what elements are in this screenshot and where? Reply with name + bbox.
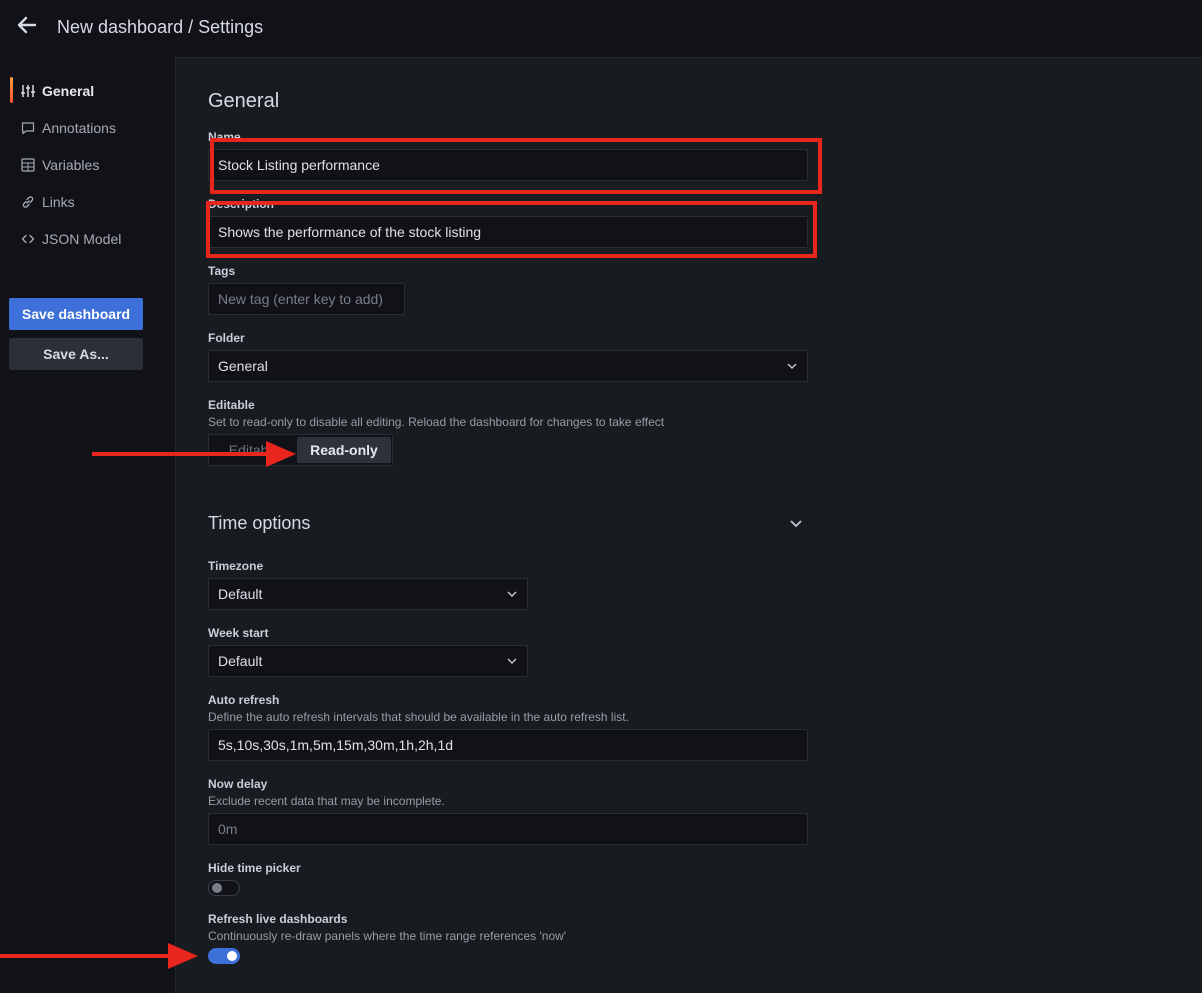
timezone-value: Default bbox=[218, 586, 263, 602]
sidebar-item-label: Annotations bbox=[42, 120, 116, 136]
sidebar-item-label: Links bbox=[42, 194, 75, 210]
sidebar-item-general[interactable]: General bbox=[0, 74, 175, 108]
auto-refresh-label: Auto refresh bbox=[208, 693, 280, 707]
sidebar-item-links[interactable]: Links bbox=[0, 185, 175, 219]
auto-refresh-description: Define the auto refresh intervals that s… bbox=[208, 710, 629, 724]
read-only-option[interactable]: Read-only bbox=[297, 437, 391, 463]
chevron-down-icon bbox=[507, 591, 517, 597]
timezone-label: Timezone bbox=[208, 559, 264, 573]
code-icon bbox=[20, 231, 36, 247]
now-delay-label: Now delay bbox=[208, 777, 268, 791]
tags-label: Tags bbox=[208, 264, 236, 278]
sidebar-item-variables[interactable]: Variables bbox=[0, 148, 175, 182]
timezone-select[interactable]: Default bbox=[208, 578, 528, 610]
chevron-down-icon bbox=[507, 658, 517, 664]
comment-icon bbox=[20, 120, 36, 136]
folder-label: Folder bbox=[208, 331, 245, 345]
save-dashboard-button[interactable]: Save dashboard bbox=[9, 298, 143, 330]
editable-description: Set to read-only to disable all editing.… bbox=[208, 415, 665, 429]
calculator-icon bbox=[20, 157, 36, 173]
sidebar-item-label: Variables bbox=[42, 157, 100, 173]
now-delay-input[interactable]: 0m bbox=[208, 813, 808, 845]
name-field[interactable]: Stock Listing performance bbox=[208, 149, 808, 181]
chevron-down-icon bbox=[787, 363, 797, 369]
back-button[interactable] bbox=[14, 12, 40, 38]
collapse-chevron-icon[interactable] bbox=[789, 519, 803, 528]
now-delay-description: Exclude recent data that may be incomple… bbox=[208, 794, 445, 808]
folder-value: General bbox=[218, 358, 268, 374]
editable-option[interactable]: Editable bbox=[211, 437, 297, 463]
refresh-live-label: Refresh live dashboards bbox=[208, 912, 348, 926]
sidebar-item-label: General bbox=[42, 83, 95, 99]
general-heading: General bbox=[208, 90, 280, 112]
folder-select[interactable]: General bbox=[208, 350, 808, 382]
settings-panel bbox=[175, 57, 1202, 993]
hide-time-picker-label: Hide time picker bbox=[208, 861, 301, 875]
week-start-value: Default bbox=[218, 653, 263, 669]
page-title: New dashboard / Settings bbox=[57, 17, 264, 37]
sliders-icon bbox=[20, 83, 36, 99]
week-start-label: Week start bbox=[208, 626, 269, 640]
refresh-live-description: Continuously re-draw panels where the ti… bbox=[208, 929, 567, 943]
settings-sidebar: General Annotations Variables Links JSON… bbox=[0, 57, 175, 993]
editable-label: Editable bbox=[208, 398, 255, 412]
save-as-button[interactable]: Save As... bbox=[9, 338, 143, 370]
week-start-select[interactable]: Default bbox=[208, 645, 528, 677]
sidebar-item-json-model[interactable]: JSON Model bbox=[0, 222, 175, 256]
switch-knob bbox=[227, 951, 237, 961]
time-options-heading: Time options bbox=[208, 513, 311, 533]
description-field[interactable]: Shows the performance of the stock listi… bbox=[208, 216, 808, 248]
switch-knob bbox=[212, 883, 222, 893]
link-icon bbox=[20, 194, 36, 210]
auto-refresh-input[interactable]: 5s,10s,30s,1m,5m,15m,30m,1h,2h,1d bbox=[208, 729, 808, 761]
name-label: Name bbox=[208, 130, 241, 144]
hide-time-picker-switch[interactable] bbox=[208, 880, 240, 896]
tags-input[interactable]: New tag (enter key to add) bbox=[208, 283, 405, 315]
description-label: Description bbox=[208, 197, 275, 211]
sidebar-item-label: JSON Model bbox=[42, 231, 122, 247]
active-indicator bbox=[10, 77, 13, 103]
top-bar: New dashboard / Settings bbox=[0, 0, 1202, 57]
editable-radio-group: Editable Read-only bbox=[208, 434, 393, 466]
arrow-left-icon bbox=[17, 16, 37, 34]
sidebar-item-annotations[interactable]: Annotations bbox=[0, 111, 175, 145]
refresh-live-switch[interactable] bbox=[208, 948, 240, 964]
